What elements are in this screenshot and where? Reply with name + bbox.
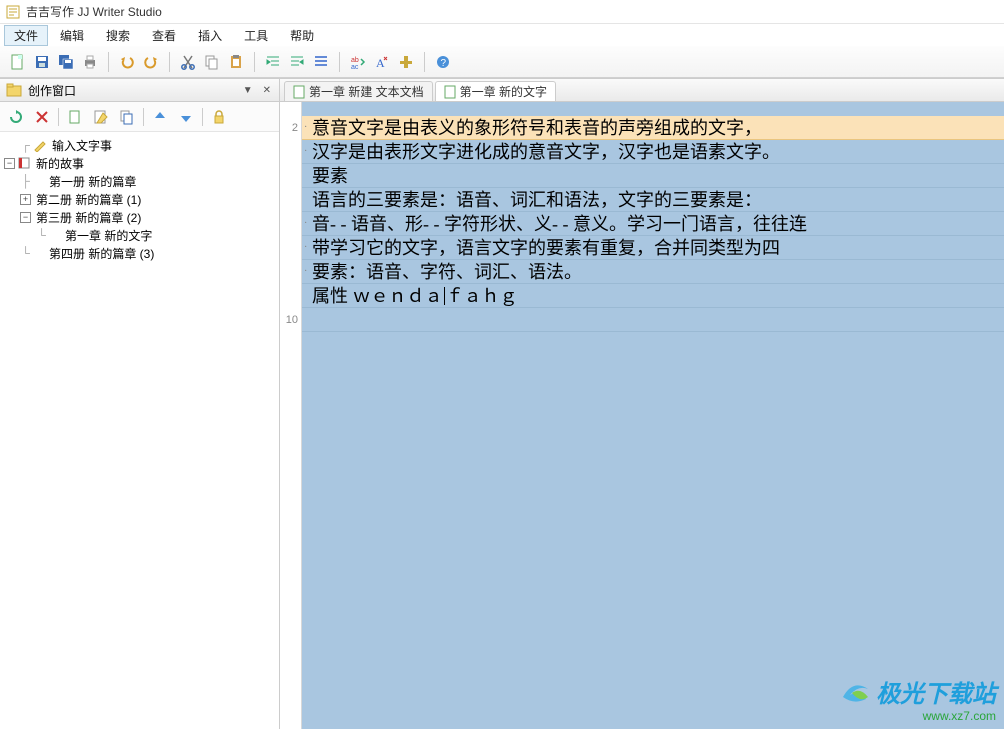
copy-icon[interactable] — [202, 52, 222, 72]
menu-edit[interactable]: 编辑 — [50, 25, 94, 46]
panel-dropdown-icon[interactable]: ▼ — [241, 85, 255, 96]
line-number: 2 — [280, 116, 301, 140]
menu-file[interactable]: 文件 — [4, 25, 48, 46]
font-icon[interactable]: A — [372, 52, 392, 72]
toolbar-separator — [143, 108, 144, 126]
title-bar: 吉吉写作 JJ Writer Studio — [0, 0, 1004, 24]
svg-text:A: A — [376, 56, 385, 70]
new-doc-icon[interactable] — [65, 107, 85, 127]
toolbar-separator — [254, 52, 255, 72]
tree-item-book1[interactable]: ├ 第一册 新的篇章 — [0, 172, 279, 190]
sidebar-panel-header: 创作窗口 ▼ ✕ — [0, 78, 279, 102]
tab-label: 第一章 新建 文本文档 — [309, 83, 424, 100]
tree-root[interactable]: − 新的故事 — [0, 154, 279, 172]
refresh-icon[interactable] — [6, 107, 26, 127]
app-icon — [6, 5, 20, 19]
main-toolbar: abac A ? — [0, 46, 1004, 78]
sidebar: 创作窗口 ▼ ✕ ┌ 输入文字事 − — [0, 78, 280, 729]
editor-line[interactable]: 语言的三要素是：语音、词汇和语法，文字的三要素是： — [302, 188, 1004, 212]
save-icon[interactable] — [32, 52, 52, 72]
indent-left-icon[interactable] — [263, 52, 283, 72]
menu-search[interactable]: 搜索 — [96, 25, 140, 46]
new-file-icon[interactable] — [8, 52, 28, 72]
redo-icon[interactable] — [141, 52, 161, 72]
editor-line[interactable]: ·汉字是由表形文字进化成的意音文字，汉字也是语素文字。 — [302, 140, 1004, 164]
editor-line[interactable]: 要素 — [302, 164, 1004, 188]
editor-line[interactable]: ·意音文字是由表义的象形符号和表音的声旁组成的文字， — [302, 116, 1004, 140]
cut-icon[interactable] — [178, 52, 198, 72]
book-icon — [17, 156, 31, 170]
editor-line[interactable]: 属性 ｗｅｎｄａｆａｈｇ — [302, 284, 1004, 308]
indent-right-icon[interactable] — [287, 52, 307, 72]
menu-tools[interactable]: 工具 — [234, 25, 278, 46]
toolbar-separator — [169, 52, 170, 72]
lock-icon[interactable] — [209, 107, 229, 127]
edit-icon[interactable] — [91, 107, 111, 127]
expand-icon[interactable]: + — [20, 194, 31, 205]
project-tree[interactable]: ┌ 输入文字事 − 新的故事 ├ 第一册 新的篇章 + 第二册 新的篇章 (1)… — [0, 132, 279, 729]
line-number: 10 — [280, 308, 301, 332]
save-all-icon[interactable] — [56, 52, 76, 72]
content-area: 第一章 新建 文本文档 第一章 新的文字 2 10 — [280, 78, 1004, 729]
doc-icon — [293, 85, 305, 99]
panel-icon — [6, 83, 22, 97]
undo-icon[interactable] — [117, 52, 137, 72]
svg-text:ab: ab — [351, 57, 359, 64]
copy-doc-icon[interactable] — [117, 107, 137, 127]
pen-icon — [33, 138, 47, 152]
menu-bar: 文件 编辑 搜索 查看 插入 工具 帮助 — [0, 24, 1004, 46]
paste-icon[interactable] — [226, 52, 246, 72]
tree-item-book2[interactable]: + 第二册 新的篇章 (1) — [0, 190, 279, 208]
tab-doc1[interactable]: 第一章 新建 文本文档 — [284, 81, 433, 101]
find-replace-icon[interactable]: abac — [348, 52, 368, 72]
editor-body[interactable]: ·意音文字是由表义的象形符号和表音的声旁组成的文字， ·汉字是由表形文字进化成的… — [302, 102, 1004, 729]
toolbar-separator — [424, 52, 425, 72]
move-up-icon[interactable] — [150, 107, 170, 127]
editor-line[interactable]: ·音- - 语音、形- - 字符形状、义- - 意义。学习一门语言，往往连 — [302, 212, 1004, 236]
toolbar-separator — [202, 108, 203, 126]
line-gutter: 2 10 — [280, 102, 302, 729]
menu-help[interactable]: 帮助 — [280, 25, 324, 46]
help-icon[interactable]: ? — [433, 52, 453, 72]
align-icon[interactable] — [311, 52, 331, 72]
svg-text:?: ? — [441, 58, 447, 69]
toolbar-separator — [58, 108, 59, 126]
tools-icon[interactable] — [396, 52, 416, 72]
tab-doc2[interactable]: 第一章 新的文字 — [435, 81, 556, 101]
tree-input-row[interactable]: ┌ 输入文字事 — [0, 136, 279, 154]
window-title: 吉吉写作 JJ Writer Studio — [26, 3, 162, 20]
delete-icon[interactable] — [32, 107, 52, 127]
text-caret — [444, 287, 445, 305]
move-down-icon[interactable] — [176, 107, 196, 127]
print-icon[interactable] — [80, 52, 100, 72]
editor-line[interactable]: ·要素：语音、字符、词汇、语法。 — [302, 260, 1004, 284]
panel-close-icon[interactable]: ✕ — [261, 85, 273, 96]
editor-line[interactable]: ·带学习它的文字，语言文字的要素有重复，合并同类型为四 — [302, 236, 1004, 260]
tree-input-label: 输入文字事 — [49, 137, 112, 154]
collapse-icon[interactable]: − — [4, 158, 15, 169]
editor-line[interactable] — [302, 308, 1004, 332]
toolbar-separator — [108, 52, 109, 72]
menu-insert[interactable]: 插入 — [188, 25, 232, 46]
toolbar-separator — [339, 52, 340, 72]
tree-item-book3-ch1[interactable]: └ 第一章 新的文字 — [0, 226, 279, 244]
tree-root-label: 新的故事 — [33, 155, 84, 172]
tree-item-book3[interactable]: − 第三册 新的篇章 (2) — [0, 208, 279, 226]
editor-line[interactable] — [302, 102, 1004, 116]
tree-item-book4[interactable]: └ 第四册 新的篇章 (3) — [0, 244, 279, 262]
panel-title: 创作窗口 — [28, 82, 76, 99]
collapse-icon[interactable]: − — [20, 212, 31, 223]
svg-text:ac: ac — [351, 64, 359, 70]
editor[interactable]: 2 10 ·意音文字是由表义的象形符号和表音的声旁组成的文字， ·汉字是由表形文… — [280, 102, 1004, 729]
tab-label: 第一章 新的文字 — [460, 83, 547, 100]
doc-icon — [444, 85, 456, 99]
sidebar-toolbar — [0, 102, 279, 132]
editor-tabs: 第一章 新建 文本文档 第一章 新的文字 — [280, 78, 1004, 102]
menu-view[interactable]: 查看 — [142, 25, 186, 46]
